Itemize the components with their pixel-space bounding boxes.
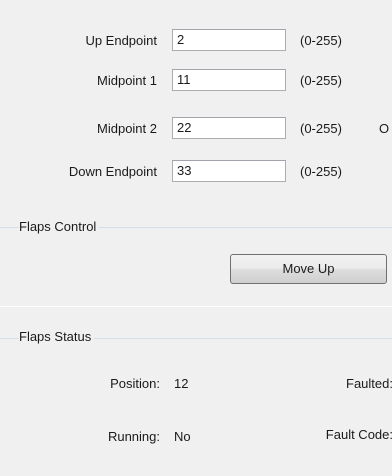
- down-endpoint-label: Down Endpoint: [68, 164, 157, 179]
- position-label: Position:: [110, 376, 160, 391]
- midpoint-2-label: Midpoint 2: [97, 121, 157, 136]
- flaps-status-group: [0, 338, 392, 476]
- midpoint-1-field[interactable]: 11: [172, 69, 286, 91]
- midpoint-1-label: Midpoint 1: [97, 73, 157, 88]
- flaps-control-title: Flaps Control: [19, 219, 100, 235]
- faulted-label: Faulted:: [346, 376, 392, 391]
- down-endpoint-range: (0-255): [300, 164, 342, 179]
- midpoint-2-trailing-text: O: [379, 121, 390, 136]
- midpoint-1-range: (0-255): [300, 73, 342, 88]
- up-endpoint-range: (0-255): [300, 33, 342, 48]
- running-label: Running:: [107, 429, 160, 444]
- up-endpoint-field[interactable]: 2: [172, 29, 286, 51]
- position-value: 12: [174, 376, 189, 391]
- flaps-status-title: Flaps Status: [19, 329, 95, 345]
- midpoint-2-field[interactable]: 22: [172, 117, 286, 139]
- fault-code-label: Fault Code:: [325, 427, 392, 442]
- move-up-button[interactable]: Move Up: [230, 254, 387, 284]
- running-value: No: [174, 429, 191, 444]
- midpoint-2-range: (0-255): [300, 121, 342, 136]
- down-endpoint-field[interactable]: 33: [172, 160, 286, 182]
- up-endpoint-label: Up Endpoint: [85, 33, 157, 48]
